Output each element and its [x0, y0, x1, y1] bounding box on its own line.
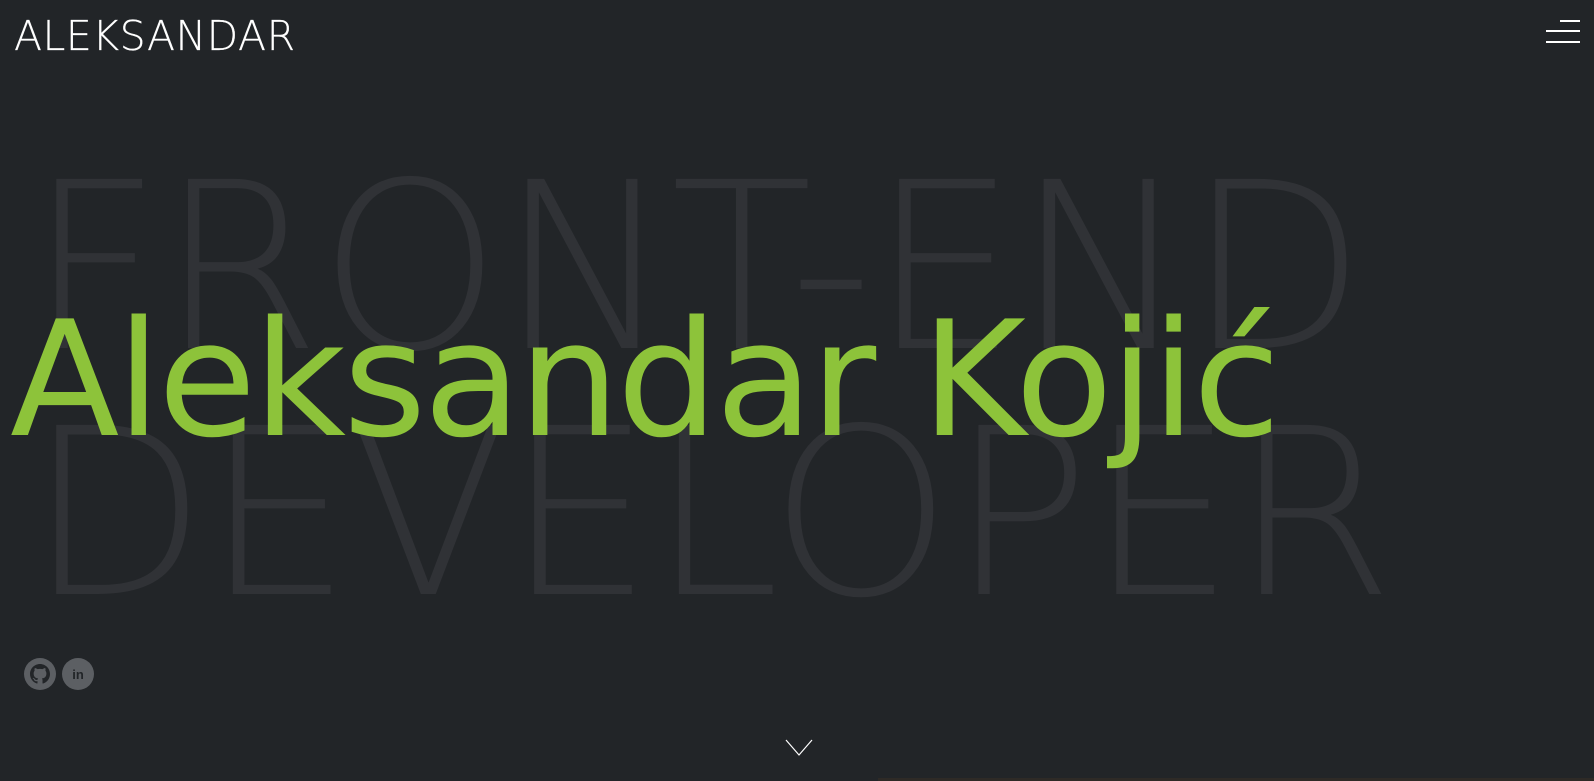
hamburger-menu-icon[interactable]: [1546, 18, 1580, 46]
hero-name: Aleksandar Kojić: [10, 286, 1281, 473]
chevron-down-icon[interactable]: [785, 738, 813, 758]
social-links: in: [24, 658, 94, 690]
github-icon: [30, 664, 50, 684]
hero-page: FRONT-END DEVELOPER ALEKSANDAR Aleksanda…: [0, 0, 1594, 781]
site-logo[interactable]: ALEKSANDAR: [14, 12, 296, 60]
linkedin-icon: in: [72, 666, 84, 682]
github-link[interactable]: [24, 658, 56, 690]
linkedin-link[interactable]: in: [62, 658, 94, 690]
